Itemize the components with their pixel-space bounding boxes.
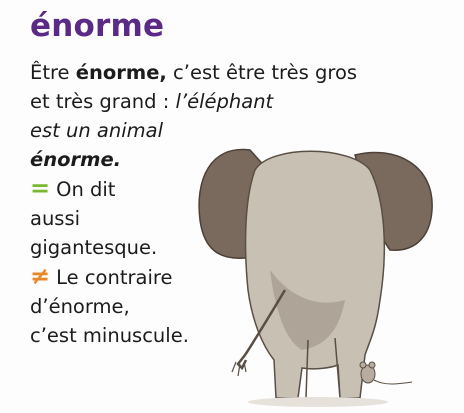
- antonym-symbol: ≠: [30, 262, 51, 290]
- headword-inline: énorme,: [75, 61, 167, 84]
- definition-text: et très grand :: [30, 90, 176, 113]
- definition-line-1: Être énorme, c’est être très gros: [30, 58, 460, 87]
- synonym-symbol: =: [30, 174, 51, 202]
- mouse-icon: [359, 361, 413, 385]
- headword: énorme: [30, 8, 165, 44]
- definition-text: Être: [30, 61, 76, 84]
- dictionary-entry: énorme Être énorme, c’est être très gros…: [0, 0, 464, 413]
- synonym-text: On dit: [56, 178, 116, 201]
- antonym-text: Le contraire: [56, 266, 173, 289]
- elephant-illustration: [198, 148, 433, 407]
- definition-line-2: et très grand : l’éléphant: [30, 87, 460, 116]
- elephant-body: [244, 150, 386, 399]
- example-text: l’éléphant: [175, 90, 274, 113]
- definition-text: c’est être très gros: [166, 61, 358, 84]
